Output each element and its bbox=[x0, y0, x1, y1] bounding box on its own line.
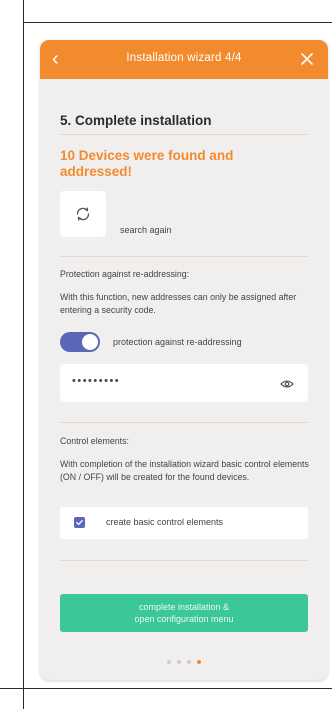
complete-installation-label-line2: open configuration menu bbox=[134, 614, 234, 624]
pager-dot-active bbox=[197, 660, 201, 664]
step-title: 5. Complete installation bbox=[60, 113, 212, 128]
show-password-button[interactable] bbox=[280, 377, 294, 389]
close-button[interactable] bbox=[298, 47, 316, 69]
guide-line-bottom bbox=[0, 688, 332, 689]
close-icon bbox=[301, 53, 313, 65]
step-pager bbox=[40, 660, 328, 664]
devices-found-message: 10 Devices were found and addressed! bbox=[60, 148, 234, 179]
installation-wizard-dialog: ‹ Installation wizard 4/4 5. Complete in… bbox=[40, 40, 328, 680]
pager-dot bbox=[177, 660, 181, 664]
refresh-icon bbox=[76, 207, 90, 221]
protection-toggle[interactable] bbox=[60, 332, 100, 352]
checkmark-icon bbox=[76, 519, 83, 526]
create-control-elements-option[interactable]: create basic control elements bbox=[60, 507, 308, 539]
complete-installation-label-line1: complete installation & bbox=[138, 602, 230, 612]
divider bbox=[60, 560, 308, 561]
search-again-label[interactable]: search again bbox=[120, 225, 172, 235]
create-control-elements-label: create basic control elements bbox=[106, 517, 224, 527]
search-again-button[interactable] bbox=[60, 191, 106, 237]
title-bar: ‹ Installation wizard 4/4 bbox=[40, 40, 328, 79]
divider bbox=[60, 256, 308, 257]
protection-description: With this function, new addresses can on… bbox=[60, 292, 297, 315]
security-code-value: ••••••••• bbox=[72, 375, 121, 387]
protection-toggle-label: protection against re-addressing bbox=[113, 337, 242, 347]
security-code-field[interactable]: ••••••••• bbox=[60, 364, 308, 402]
pager-dot bbox=[187, 660, 191, 664]
protection-heading: Protection against re-addressing: bbox=[60, 269, 190, 279]
guide-line-vertical bbox=[23, 0, 24, 709]
eye-icon bbox=[280, 380, 294, 388]
control-heading: Control elements: bbox=[60, 436, 129, 446]
create-control-elements-checkbox[interactable] bbox=[74, 517, 85, 528]
control-description: With completion of the installation wiza… bbox=[60, 459, 309, 482]
pager-dot bbox=[167, 660, 171, 664]
toggle-knob bbox=[82, 334, 98, 350]
divider bbox=[60, 422, 308, 423]
wizard-title: Installation wizard 4/4 bbox=[126, 52, 242, 64]
complete-installation-button[interactable]: complete installation & open configurati… bbox=[60, 594, 308, 632]
guide-line-top bbox=[23, 22, 332, 23]
divider bbox=[60, 134, 308, 135]
